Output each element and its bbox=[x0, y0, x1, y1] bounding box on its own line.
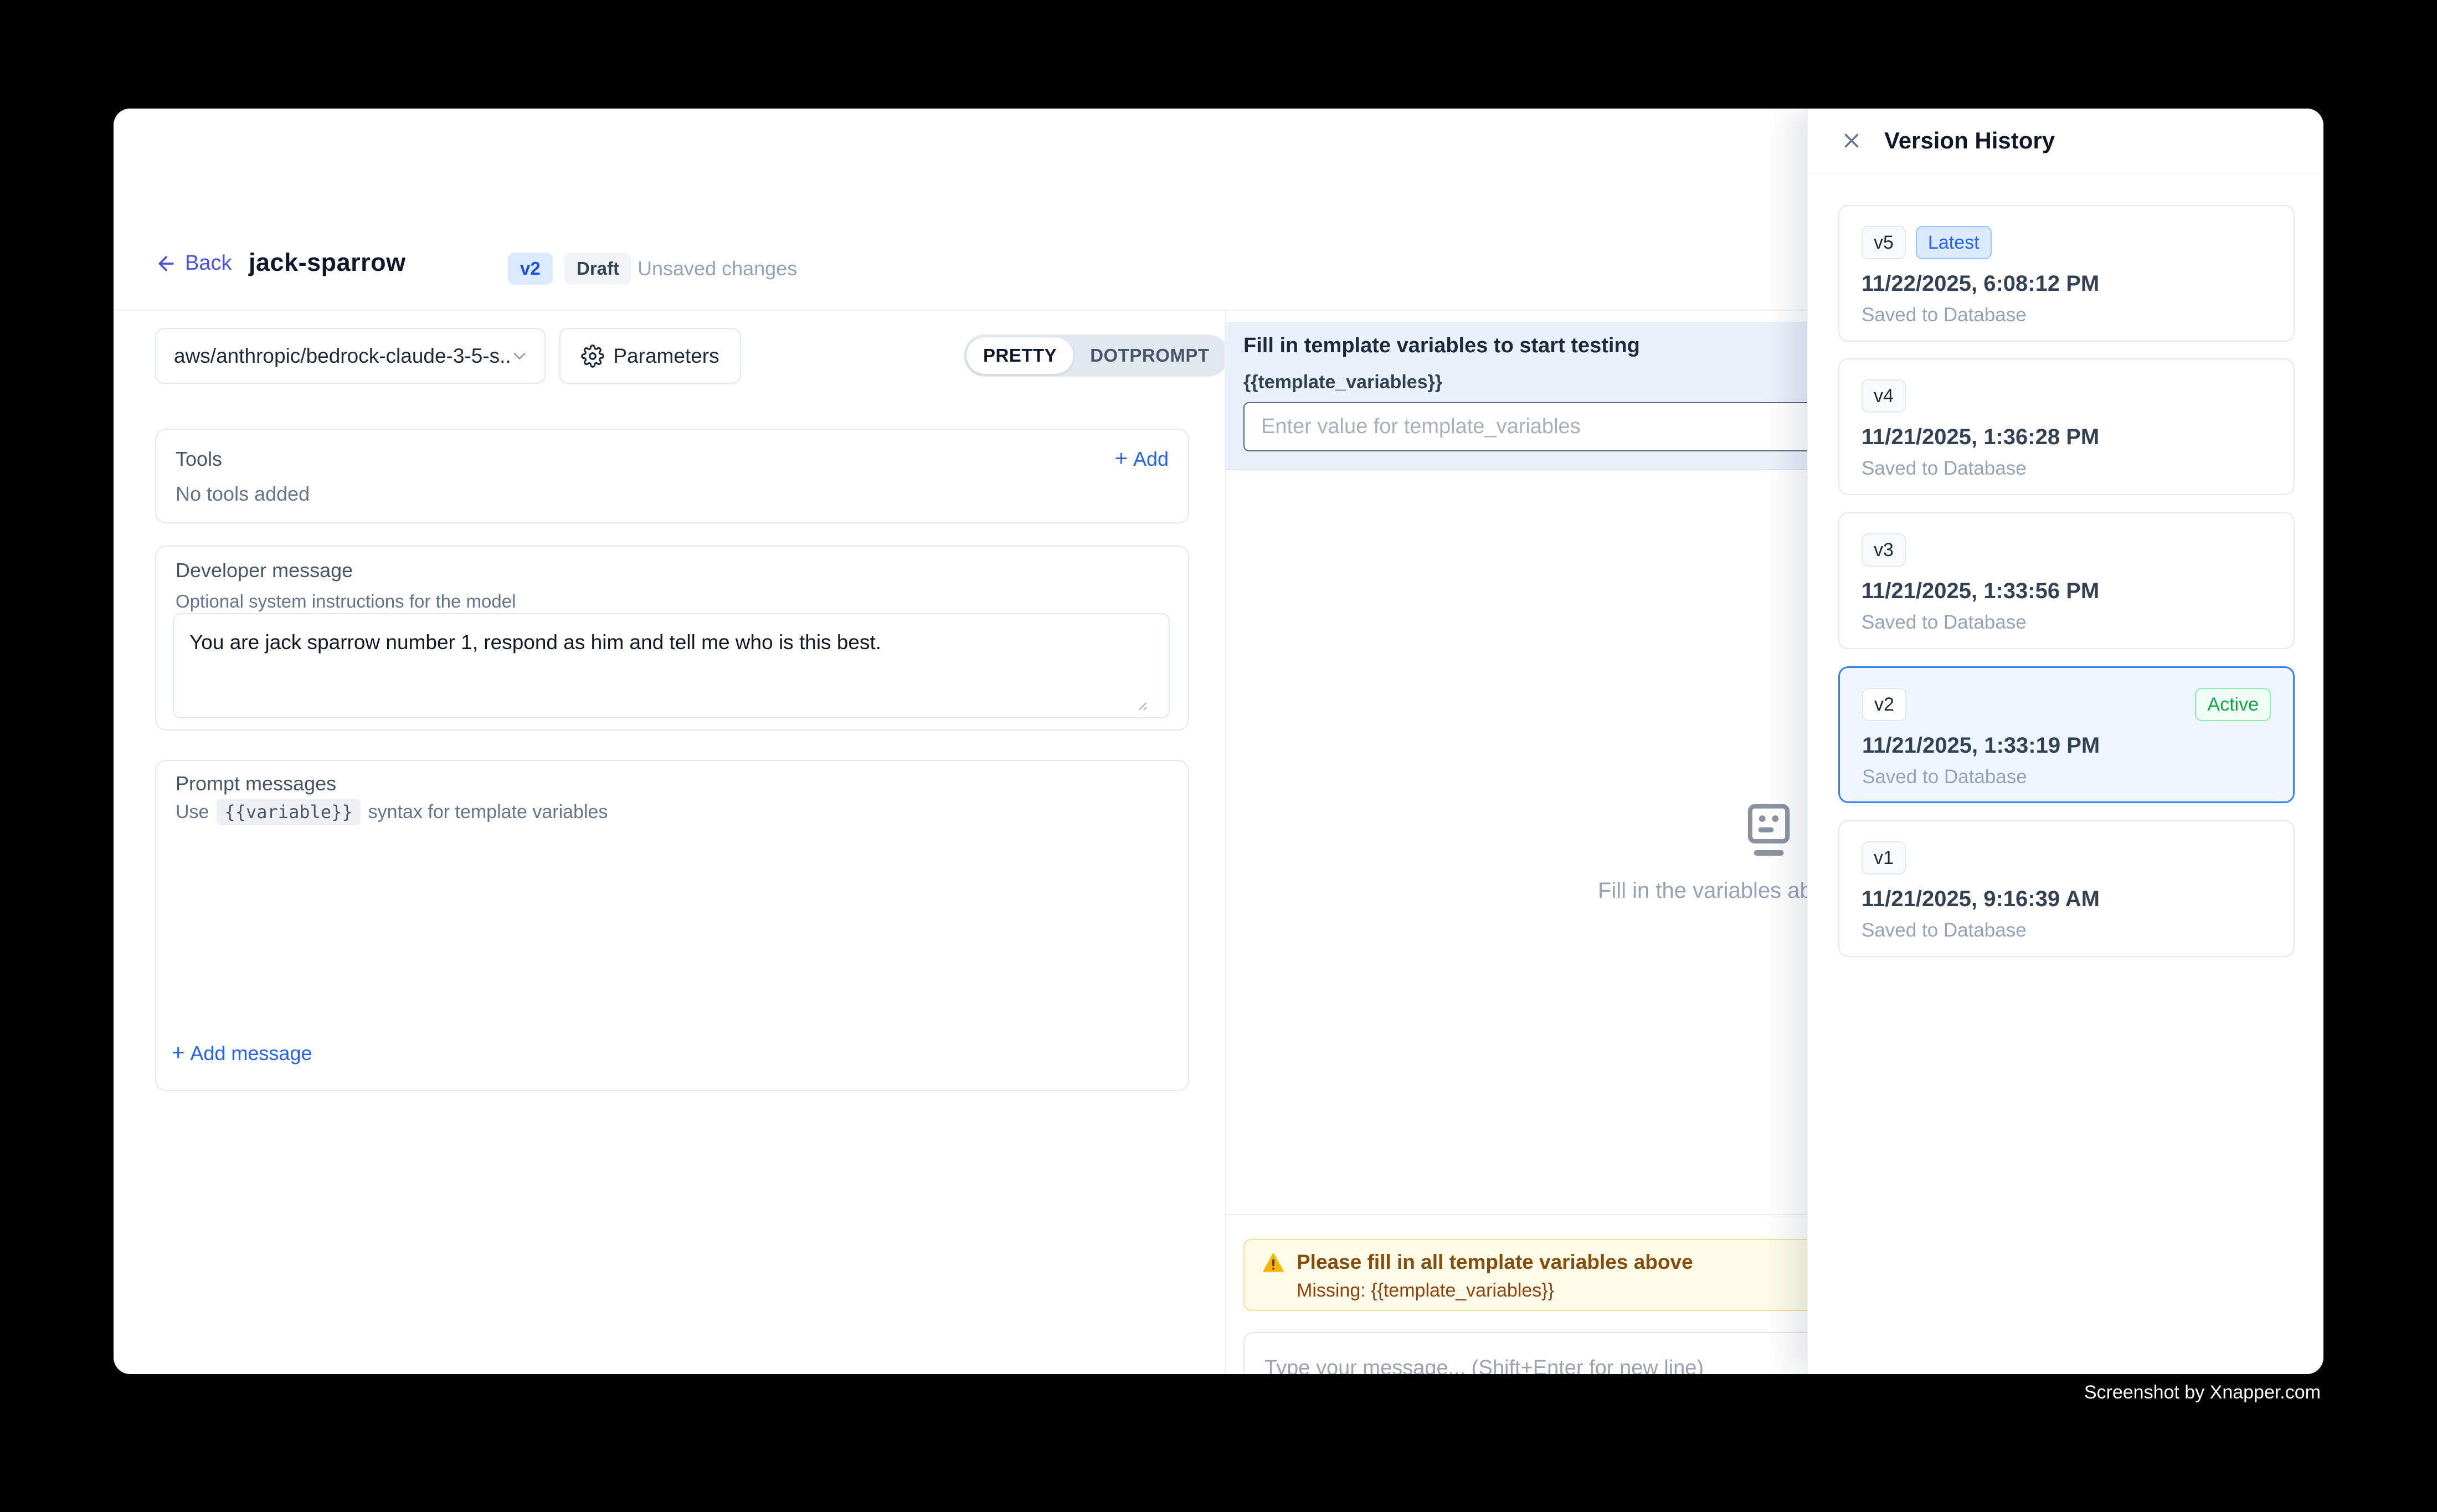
version-chip: v3 bbox=[1862, 533, 1906, 567]
developer-message-card: Developer message Optional system instru… bbox=[155, 546, 1189, 731]
page-title: jack-sparrow bbox=[249, 248, 406, 277]
version-item-v3[interactable]: v3 11/21/2025, 1:33:56 PM Saved to Datab… bbox=[1838, 512, 2295, 649]
tools-title: Tools bbox=[176, 448, 222, 471]
version-timestamp: 11/21/2025, 1:36:28 PM bbox=[1862, 425, 2271, 450]
version-saved-label: Saved to Database bbox=[1862, 766, 2271, 788]
version-timestamp: 11/21/2025, 1:33:19 PM bbox=[1862, 733, 2271, 758]
tab-dotprompt[interactable]: DOTPROMPT bbox=[1073, 337, 1226, 374]
tab-pretty[interactable]: PRETTY bbox=[966, 337, 1073, 374]
version-chip: v4 bbox=[1862, 379, 1906, 413]
back-label: Back bbox=[185, 251, 232, 275]
app-window: Back jack-sparrow v2 Draft Unsaved chang… bbox=[114, 109, 2323, 1374]
warning-title: Please fill in all template variables ab… bbox=[1297, 1251, 1693, 1274]
version-saved-label: Saved to Database bbox=[1862, 611, 2271, 634]
view-toggle: PRETTY DOTPROMPT bbox=[964, 335, 1229, 377]
prompt-messages-card: Prompt messages Use {{variable}} syntax … bbox=[155, 760, 1189, 1091]
parameters-label: Parameters bbox=[613, 344, 719, 368]
chevron-down-icon bbox=[510, 346, 529, 366]
version-saved-label: Saved to Database bbox=[1862, 457, 2271, 480]
version-item-v5[interactable]: v5 Latest 11/22/2025, 6:08:12 PM Saved t… bbox=[1838, 205, 2295, 342]
add-message-button[interactable]: + Add message bbox=[172, 1041, 312, 1066]
version-timestamp: 11/21/2025, 1:33:56 PM bbox=[1862, 579, 2271, 604]
back-button[interactable]: Back bbox=[155, 251, 232, 275]
tools-card: Tools + Add No tools added bbox=[155, 429, 1189, 523]
unsaved-changes-label: Unsaved changes bbox=[637, 257, 797, 280]
version-saved-label: Saved to Database bbox=[1862, 919, 2271, 942]
version-history-title: Version History bbox=[1884, 127, 2055, 154]
plus-icon: + bbox=[1115, 446, 1128, 471]
active-badge: Active bbox=[2195, 688, 2271, 721]
version-chip: v2 bbox=[1862, 688, 1906, 721]
hint-suffix: syntax for template variables bbox=[368, 801, 608, 823]
version-item-v4[interactable]: v4 11/21/2025, 1:36:28 PM Saved to Datab… bbox=[1838, 358, 2295, 495]
version-item-v2-active[interactable]: v2 Active 11/21/2025, 1:33:19 PM Saved t… bbox=[1838, 666, 2295, 803]
tools-empty-text: No tools added bbox=[176, 482, 310, 506]
developer-message-textarea[interactable]: You are jack sparrow number 1, respond a… bbox=[173, 613, 1170, 718]
add-message-label: Add message bbox=[190, 1042, 312, 1065]
version-timestamp: 11/21/2025, 9:16:39 AM bbox=[1862, 887, 2271, 912]
latest-badge: Latest bbox=[1916, 226, 1992, 259]
status-badge: Draft bbox=[564, 253, 631, 285]
add-tool-button[interactable]: + Add bbox=[1115, 446, 1169, 471]
version-timestamp: 11/22/2025, 6:08:12 PM bbox=[1862, 271, 2271, 296]
model-select-value: aws/anthropic/bedrock-claude-3-5-s... bbox=[174, 344, 510, 368]
version-chip: v5 bbox=[1862, 226, 1906, 259]
version-history-panel: Version History v5 Latest 11/22/2025, 6:… bbox=[1807, 109, 2323, 1374]
version-chip: v1 bbox=[1862, 841, 1906, 875]
add-tool-label: Add bbox=[1133, 448, 1169, 471]
gear-icon bbox=[581, 344, 604, 368]
version-saved-label: Saved to Database bbox=[1862, 304, 2271, 326]
arrow-left-icon bbox=[155, 253, 177, 275]
template-syntax-hint: Use {{variable}} syntax for template var… bbox=[176, 799, 608, 825]
close-icon[interactable] bbox=[1840, 129, 1863, 152]
variable-name-label: {{template_variables}} bbox=[1243, 372, 1442, 393]
version-item-v1[interactable]: v1 11/21/2025, 9:16:39 AM Saved to Datab… bbox=[1838, 820, 2295, 957]
parameters-button[interactable]: Parameters bbox=[559, 328, 741, 384]
version-history-header: Version History bbox=[1808, 109, 2323, 174]
warning-triangle-icon bbox=[1261, 1250, 1286, 1274]
watermark-text: Screenshot by Xnapper.com bbox=[2084, 1382, 2321, 1403]
model-select[interactable]: aws/anthropic/bedrock-claude-3-5-s... bbox=[155, 328, 546, 384]
prompt-messages-title: Prompt messages bbox=[176, 772, 336, 795]
variables-panel-title: Fill in template variables to start test… bbox=[1243, 334, 1640, 358]
hint-prefix: Use bbox=[176, 801, 209, 823]
developer-message-title: Developer message bbox=[176, 559, 353, 582]
bot-face-icon bbox=[1741, 800, 1797, 861]
plus-icon: + bbox=[172, 1041, 184, 1066]
hint-variable-code: {{variable}} bbox=[217, 799, 360, 825]
version-badge: v2 bbox=[508, 253, 553, 285]
developer-message-subtitle: Optional system instructions for the mod… bbox=[176, 591, 516, 612]
